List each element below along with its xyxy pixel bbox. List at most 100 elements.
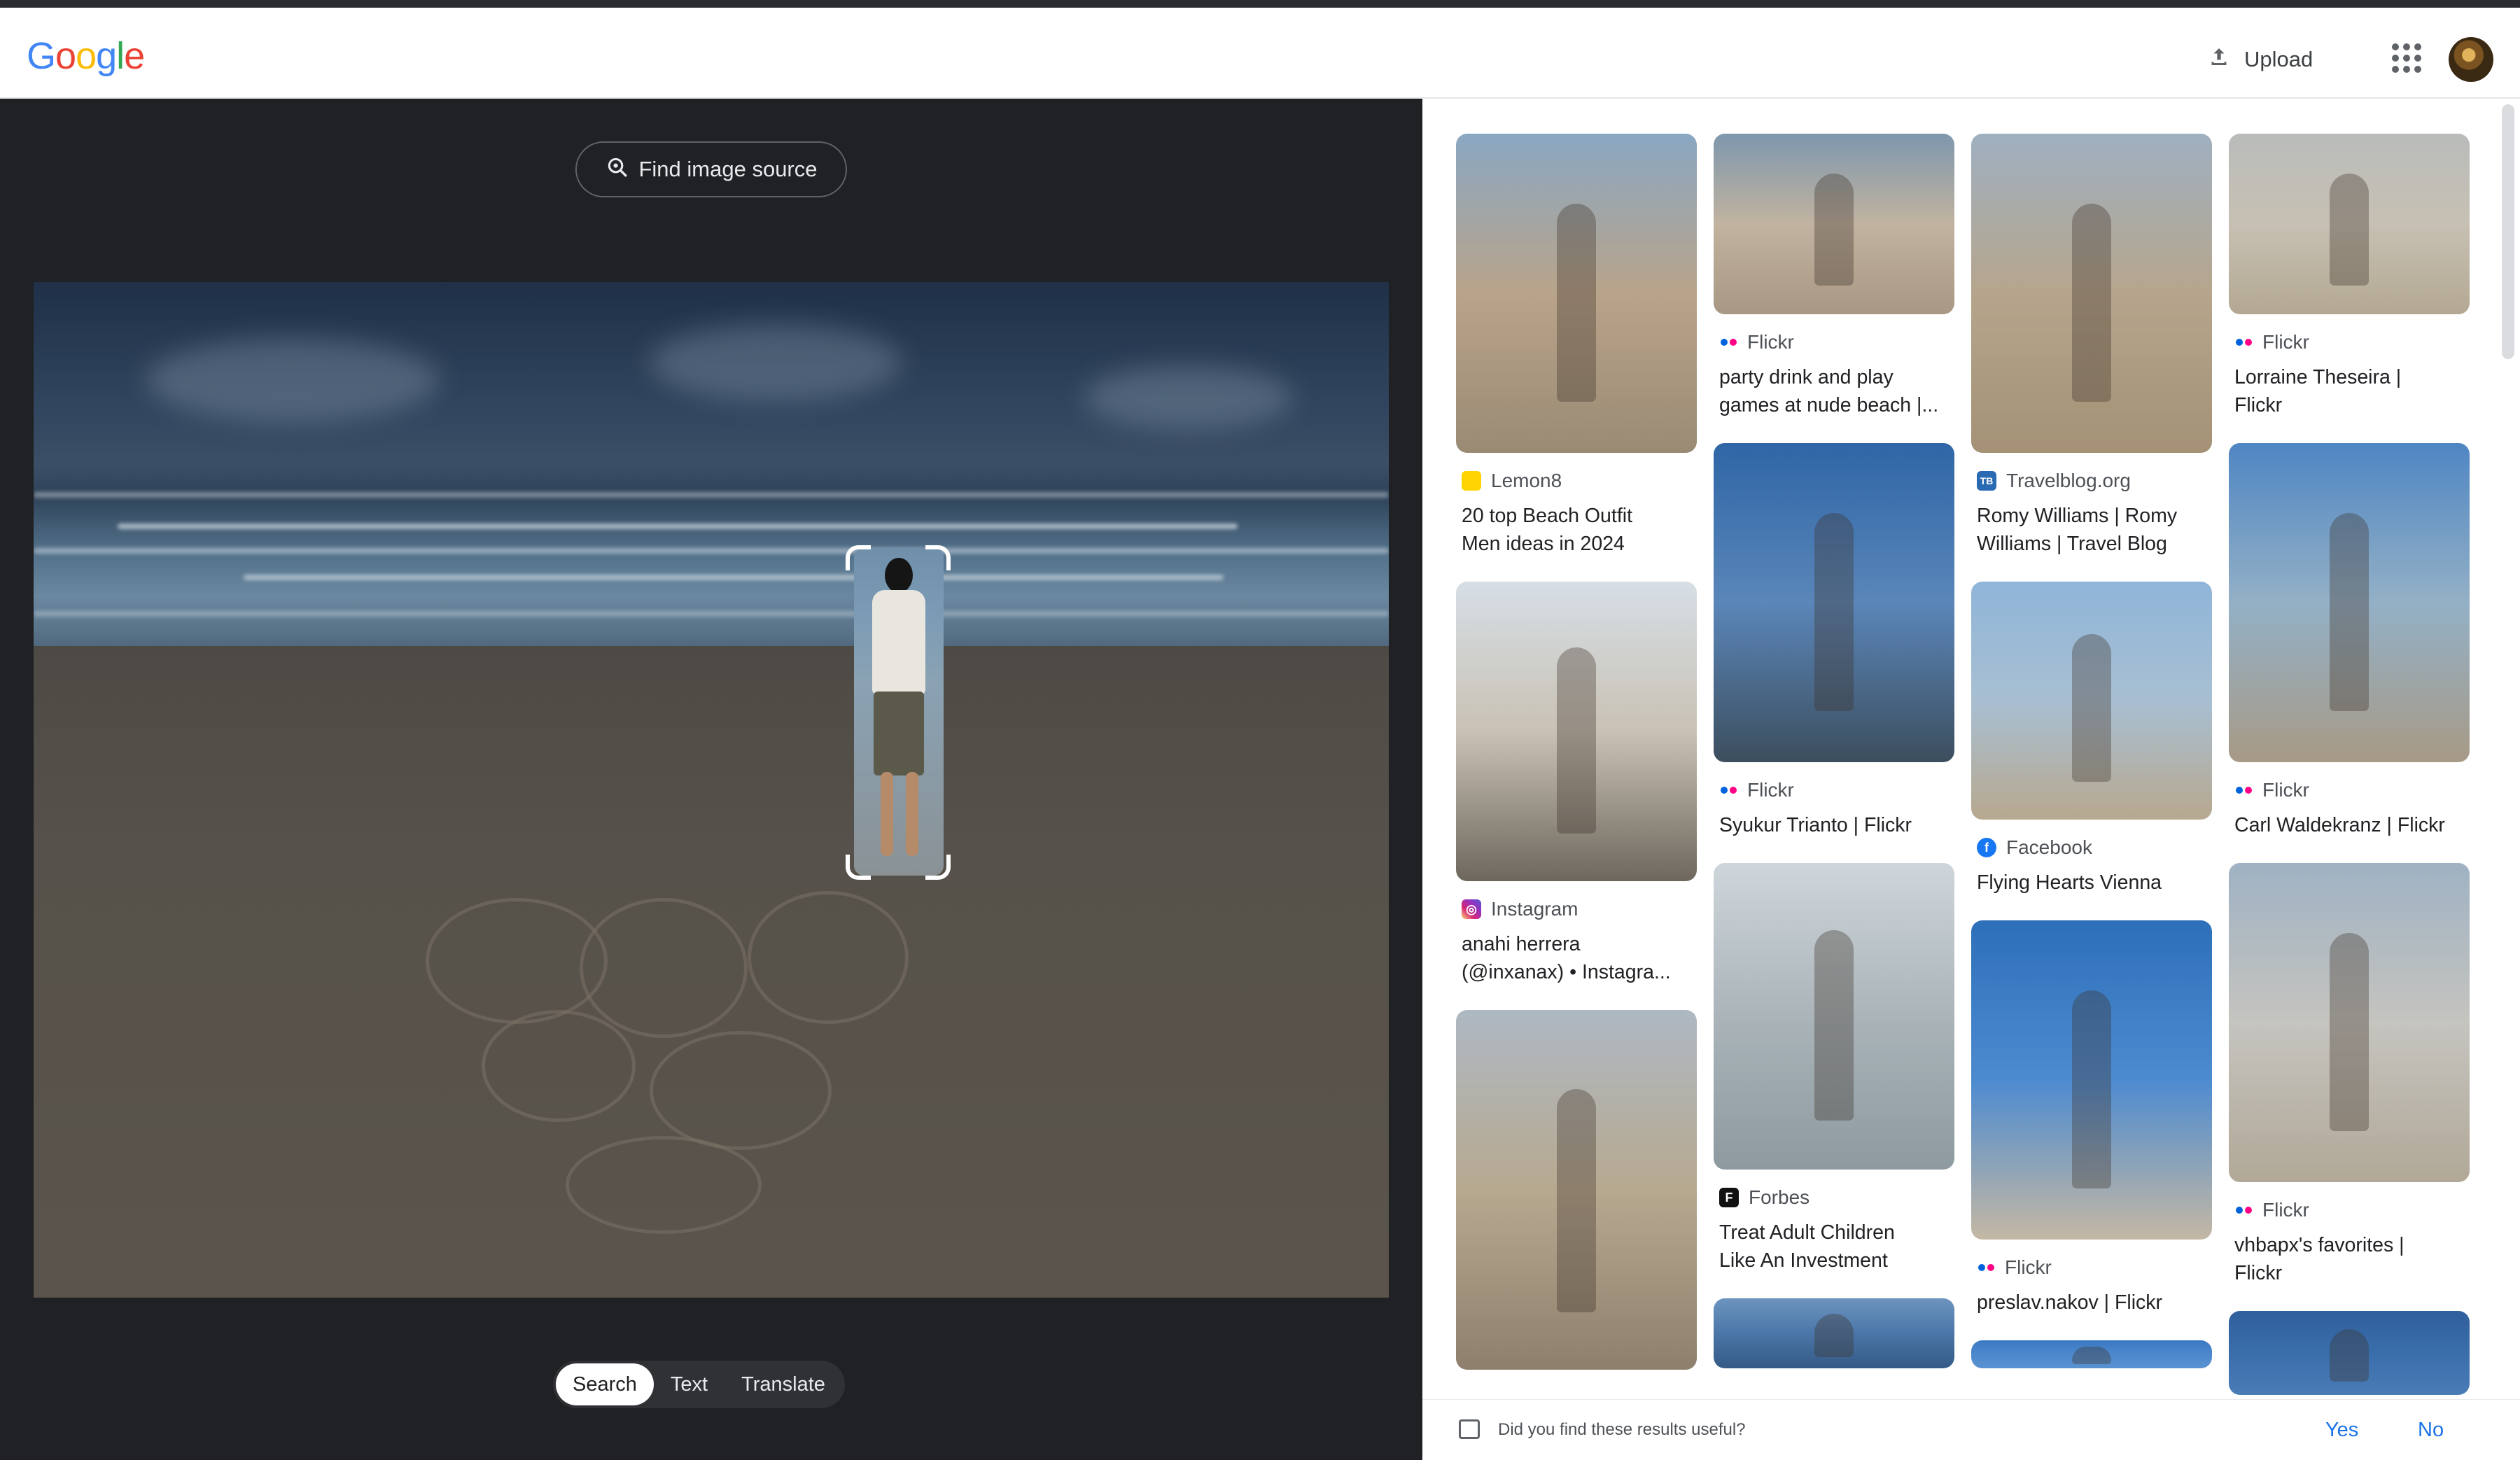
result-title-line: Romy Williams | Romy [1977, 505, 2178, 527]
result-thumbnail[interactable] [1971, 134, 2212, 453]
result-title[interactable]: Treat Adult Children Like An Investment [1714, 1219, 1954, 1275]
result-title-line: (@inxanax) • Instagra... [1462, 961, 1671, 983]
result-thumbnail[interactable] [1456, 134, 1697, 453]
result-title-line: preslav.nakov | Flickr [1977, 1291, 2163, 1314]
query-image[interactable] [34, 282, 1389, 1298]
result-card[interactable]: Flickr vhbapx's favorites | Flickr [2229, 863, 2470, 1287]
instagram-icon: ◎ [1462, 899, 1481, 919]
result-source-label: Flickr [2262, 331, 2309, 353]
selection-corner-top-right[interactable] [925, 545, 951, 570]
result-card[interactable]: Lemon8 20 top Beach Outfit Men ideas in 20… [1456, 134, 1697, 558]
upload-button[interactable]: Upload [2206, 37, 2313, 82]
result-title[interactable]: vhbapx's favorites | Flickr [2229, 1231, 2470, 1287]
result-card[interactable]: Flickr Syukur Trianto | Flickr [1714, 443, 1954, 839]
result-card[interactable]: Flickr preslav.nakov | Flickr [1971, 920, 2212, 1317]
result-thumbnail[interactable] [1971, 1340, 2212, 1368]
result-title[interactable]: preslav.nakov | Flickr [1971, 1289, 2212, 1317]
selection-corner-bottom-left[interactable] [846, 855, 871, 880]
result-thumbnail[interactable] [1714, 863, 1954, 1170]
result-card[interactable]: Flickr party drink and play games at nude … [1714, 134, 1954, 419]
selection-corner-top-left[interactable] [846, 545, 871, 570]
result-source[interactable]: Flickr [2229, 1199, 2470, 1221]
feedback-question: Did you find these results useful? [1498, 1420, 1746, 1439]
result-source[interactable]: Flickr [1714, 331, 1954, 353]
result-title-line: Like An Investment [1719, 1249, 1888, 1272]
flickr-icon [1719, 339, 1737, 346]
result-title-line: Williams | Travel Blog [1977, 533, 2167, 555]
tab-search[interactable]: Search [556, 1363, 654, 1405]
window-top-strip [0, 0, 2520, 8]
result-title[interactable]: 20 top Beach Outfit Men ideas in 2024 [1456, 502, 1697, 558]
upload-label: Upload [2244, 47, 2314, 71]
result-source-label: Travelblog.org [2006, 470, 2131, 491]
result-title[interactable]: Lorraine Theseira | Flickr [2229, 363, 2470, 419]
result-card[interactable] [2229, 1311, 2470, 1395]
account-avatar[interactable] [2449, 37, 2493, 82]
forbes-icon: F [1719, 1188, 1739, 1207]
result-card[interactable]: Flickr Carl Waldekranz | Flickr [2229, 443, 2470, 839]
result-title[interactable]: Carl Waldekranz | Flickr [2229, 811, 2470, 839]
mode-tabs: Search Text Translate [553, 1361, 845, 1408]
feedback-icon [1459, 1419, 1480, 1439]
result-thumbnail[interactable] [2229, 1311, 2470, 1395]
result-card[interactable] [1456, 1010, 1697, 1370]
result-title[interactable]: anahi herrera (@inxanax) • Instagra... [1456, 930, 1697, 986]
lens-search-icon [605, 155, 629, 184]
flickr-icon [1719, 787, 1737, 794]
result-source[interactable]: Flickr [1714, 779, 1954, 801]
result-thumbnail[interactable] [2229, 134, 2470, 314]
facebook-icon: f [1977, 838, 1996, 857]
result-thumbnail[interactable] [1714, 1298, 1954, 1368]
result-card[interactable] [1714, 1298, 1954, 1368]
result-title-line: Carl Waldekranz | Flickr [2234, 814, 2445, 836]
result-thumbnail[interactable] [1456, 1010, 1697, 1370]
result-source[interactable]: F Forbes [1714, 1186, 1954, 1209]
result-card[interactable] [1971, 1340, 2212, 1368]
result-title[interactable]: party drink and play games at nude beach … [1714, 363, 1954, 419]
tab-text[interactable]: Text [654, 1363, 724, 1405]
result-source-label: Flickr [1747, 779, 1794, 801]
results-scrollbar[interactable] [2502, 104, 2514, 359]
result-thumbnail[interactable] [2229, 443, 2470, 762]
result-source-label: Instagram [1491, 898, 1578, 920]
result-thumbnail[interactable] [1714, 443, 1954, 762]
result-title[interactable]: Flying Hearts Vienna [1971, 869, 2212, 897]
result-thumbnail[interactable] [1971, 920, 2212, 1240]
result-source[interactable]: f Facebook [1971, 836, 2212, 859]
results-panel: Lemon8 20 top Beach Outfit Men ideas in 20… [1422, 99, 2520, 1460]
result-thumbnail[interactable] [1971, 582, 2212, 820]
logo-letter: G [27, 35, 56, 77]
google-logo[interactable]: Google [27, 34, 145, 78]
logo-letter: l [116, 35, 125, 77]
result-source[interactable]: TB Travelblog.org [1971, 470, 2212, 492]
result-source-label: Flickr [2262, 1199, 2309, 1221]
results-column: Lemon8 20 top Beach Outfit Men ideas in 20… [1456, 134, 1697, 1394]
result-card[interactable]: Flickr Lorraine Theseira | Flickr [2229, 134, 2470, 419]
result-source[interactable]: Flickr [1971, 1256, 2212, 1279]
selected-person-region[interactable] [854, 548, 944, 876]
apps-grid-icon[interactable] [2390, 41, 2423, 75]
result-thumbnail[interactable] [1714, 134, 1954, 314]
selection-corner-bottom-right[interactable] [925, 855, 951, 880]
result-source[interactable]: Flickr [2229, 779, 2470, 801]
result-thumbnail[interactable] [1456, 582, 1697, 881]
result-card[interactable]: TB Travelblog.org Romy Williams | Romy Will… [1971, 134, 2212, 558]
result-card[interactable]: ◎ Instagram anahi herrera (@inxanax) • Inst… [1456, 582, 1697, 986]
result-title-line: Syukur Trianto | Flickr [1719, 814, 1912, 836]
result-thumbnail[interactable] [2229, 863, 2470, 1182]
result-title[interactable]: Romy Williams | Romy Williams | Travel Bl… [1971, 502, 2212, 558]
result-card[interactable]: f Facebook Flying Hearts Vienna [1971, 582, 2212, 897]
feedback-no-button[interactable]: No [2418, 1419, 2444, 1442]
result-card[interactable]: F Forbes Treat Adult Children Like An Inves… [1714, 863, 1954, 1275]
image-viewer-panel: Find image source Search Text Translate [0, 99, 1422, 1460]
tab-translate[interactable]: Translate [724, 1363, 842, 1405]
feedback-yes-button[interactable]: Yes [2325, 1419, 2358, 1442]
result-title[interactable]: Syukur Trianto | Flickr [1714, 811, 1954, 839]
logo-letter: g [96, 35, 117, 77]
result-source[interactable]: Flickr [2229, 331, 2470, 353]
result-source-label: Flickr [2262, 779, 2309, 801]
result-source[interactable]: Lemon8 [1456, 470, 1697, 492]
find-image-source-button[interactable]: Find image source [575, 141, 847, 197]
result-source[interactable]: ◎ Instagram [1456, 898, 1697, 920]
result-title-line: Flickr [2234, 394, 2283, 416]
